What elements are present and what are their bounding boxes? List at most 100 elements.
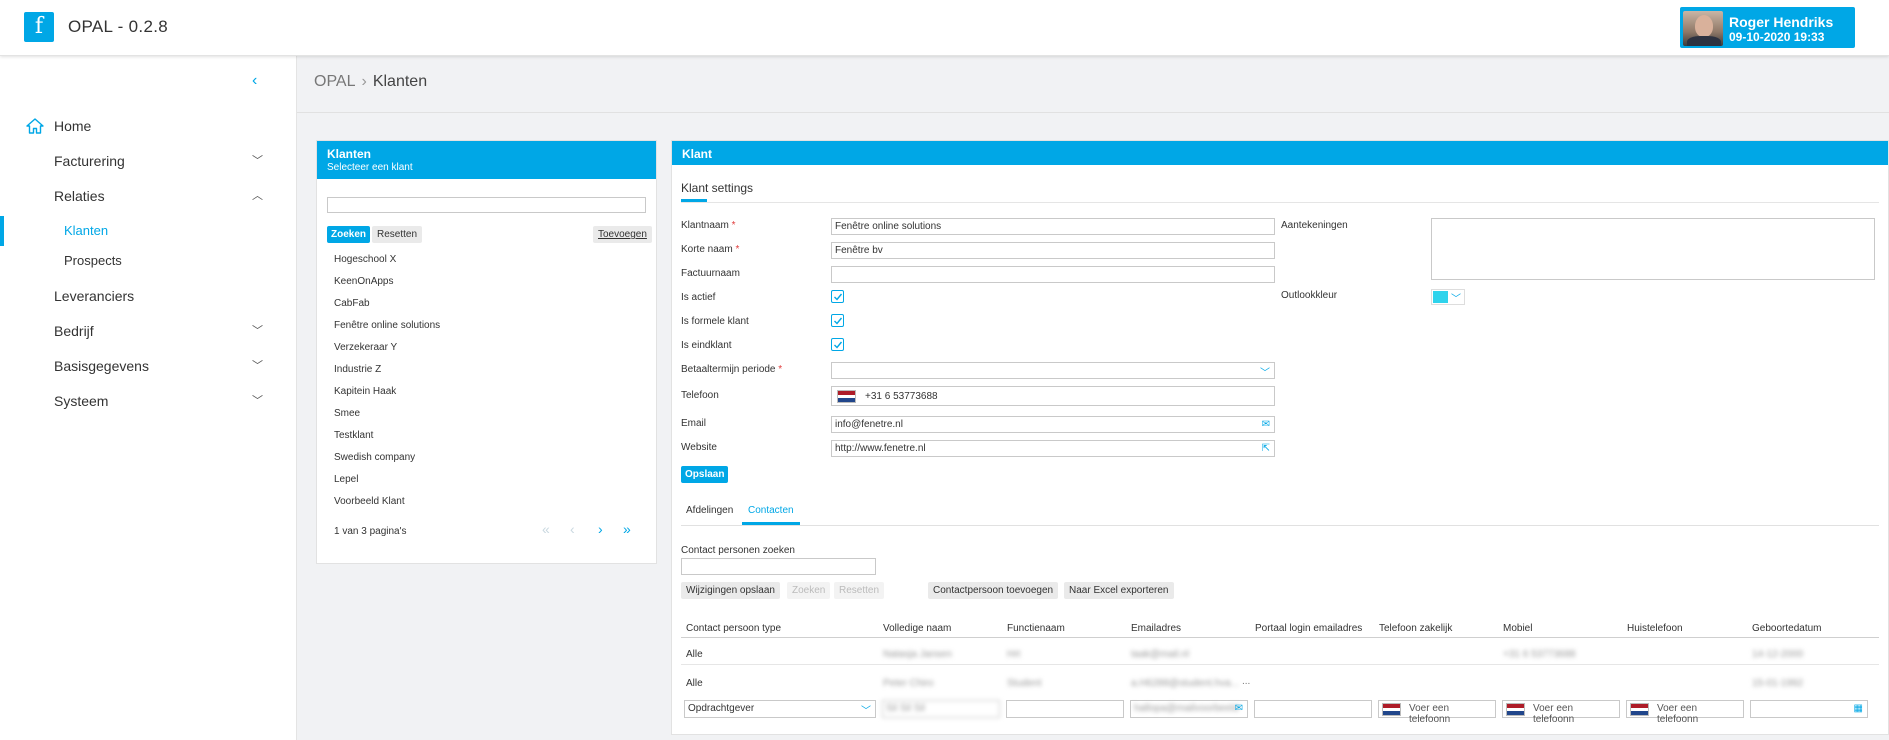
list-item[interactable]: Verzekeraar Y [334, 342, 397, 353]
label-aantekeningen: Aantekeningen [1281, 220, 1348, 231]
sidebar-item-klanten[interactable]: Klanten [0, 216, 297, 246]
list-item[interactable]: Swedish company [334, 452, 415, 463]
column-header[interactable]: Contact persoon type [686, 623, 781, 634]
tab-afdelingen[interactable]: Afdelingen [686, 505, 733, 516]
betaaltermijn-select[interactable]: ﹀ [831, 362, 1275, 379]
email-input[interactable]: hallopa@mailvoorbeeld ✉ [1130, 700, 1248, 718]
list-item[interactable]: Testklant [334, 430, 373, 441]
contact-type-select[interactable]: Opdrachtgever ﹀ [684, 700, 876, 718]
klantnaam-field[interactable]: Fenêtre online solutions [831, 218, 1275, 235]
prev-page-icon[interactable]: ‹ [570, 521, 575, 537]
korte-naam-field[interactable]: Fenêtre bv [831, 242, 1275, 259]
sidebar-item-label: Bedrijf [54, 323, 94, 339]
chevron-left-icon[interactable]: ‹ [252, 72, 257, 90]
sidebar-item-basisgegevens[interactable]: Basisgegevens ﹀ [0, 351, 297, 381]
chevron-down-icon: ﹀ [1260, 368, 1270, 379]
reset-button[interactable]: Resetten [372, 226, 423, 243]
list-item[interactable]: Voorbeeld Klant [334, 496, 405, 507]
function-input[interactable] [1006, 700, 1124, 718]
user-datetime: 09-10-2020 19:33 [1729, 30, 1825, 44]
save-changes-button[interactable]: Wijzigingen opslaan [681, 582, 780, 599]
chevron-down-icon: ﹀ [252, 325, 263, 337]
contact-search-input[interactable] [681, 558, 876, 575]
export-excel-button[interactable]: Naar Excel exporteren [1064, 582, 1174, 599]
column-header[interactable]: Volledige naam [883, 623, 951, 634]
search-button[interactable]: Zoeken [327, 226, 371, 243]
is-actief-checkbox[interactable] [831, 290, 844, 303]
klant-panel-header: Klant [672, 141, 1888, 165]
contact-reset-button[interactable]: Resetten [834, 582, 885, 599]
sidebar-item-label: Facturering [54, 153, 125, 169]
birthdate-input[interactable]: ▦ [1750, 700, 1868, 718]
column-header[interactable]: Emailadres [1131, 623, 1181, 634]
email-field[interactable]: info@fenetre.nl ✉ [831, 416, 1275, 433]
contact-search-button[interactable]: Zoeken [787, 582, 831, 599]
label-korte-naam: Korte naam * [681, 244, 740, 255]
nl-flag-icon[interactable] [837, 390, 856, 403]
is-formele-klant-checkbox[interactable] [831, 314, 844, 327]
outlookkleur-picker[interactable]: ﹀ [1431, 289, 1465, 305]
full-name-input[interactable]: Sil Sil Sil [882, 700, 1000, 718]
klant-search-input[interactable] [327, 197, 646, 213]
breadcrumb-root[interactable]: OPAL [314, 73, 356, 90]
add-contact-button[interactable]: Contactpersoon toevoegen [928, 582, 1059, 599]
phone-mobile-input[interactable]: Voer een telefoonn [1502, 700, 1620, 725]
table-cell: Student [1007, 678, 1042, 689]
breadcrumb-current: Klanten [372, 73, 428, 90]
nl-flag-icon[interactable] [1382, 703, 1401, 716]
sidebar-item-bedrijf[interactable]: Bedrijf ﹀ [0, 316, 297, 346]
sidebar-item-prospects[interactable]: Prospects [0, 246, 297, 276]
list-item[interactable]: Fenêtre online solutions [334, 320, 440, 331]
check-icon [834, 293, 843, 301]
sidebar-item-systeem[interactable]: Systeem ﹀ [0, 386, 297, 416]
list-item[interactable]: CabFab [334, 298, 370, 309]
add-klant-button[interactable]: Toevoegen [593, 226, 652, 243]
table-cell: Natasja Jansen [883, 649, 952, 660]
envelope-icon: ✉ [1234, 703, 1243, 714]
aantekeningen-textarea[interactable] [1431, 218, 1875, 280]
next-page-icon[interactable]: › [598, 521, 603, 537]
list-item[interactable]: Hogeschool X [334, 254, 396, 265]
phone-business-input[interactable]: Voer een telefoonn [1378, 700, 1496, 725]
nl-flag-icon[interactable] [1506, 703, 1525, 716]
sidebar-item-facturering[interactable]: Facturering ﹀ [0, 146, 297, 176]
column-header[interactable]: Functienaam [1007, 623, 1065, 634]
phone-home-input[interactable]: Voer een telefoonn [1626, 700, 1744, 725]
list-item[interactable]: KeenOnApps [334, 276, 394, 287]
sidebar-item-relaties[interactable]: Relaties ︿ [0, 181, 297, 211]
save-button[interactable]: Opslaan [681, 466, 729, 483]
factuurnaam-field[interactable] [831, 266, 1275, 283]
is-eindklant-checkbox[interactable] [831, 338, 844, 351]
panel-title: Klant [682, 147, 712, 161]
divider [681, 202, 1879, 203]
list-item[interactable]: Industrie Z [334, 364, 381, 375]
tab-contacten[interactable]: Contacten [748, 505, 794, 516]
website-field[interactable]: http://www.fenetre.nl ⇱ [831, 440, 1275, 457]
label-betaaltermijn: Betaaltermijn periode * [681, 364, 783, 375]
nl-flag-icon[interactable] [1630, 703, 1649, 716]
app-logo-icon[interactable]: f [24, 12, 54, 42]
sidebar: ‹ Home Facturering ﹀ Relaties ︿ Klanten … [0, 56, 297, 740]
label-telefoon: Telefoon [681, 390, 719, 401]
first-page-icon[interactable]: « [542, 521, 550, 537]
sidebar-item-leveranciers[interactable]: Leveranciers [0, 281, 297, 311]
app-title: OPAL - 0.2.8 [68, 17, 168, 36]
last-page-icon[interactable]: » [623, 521, 631, 537]
table-cell: Peter Chiro [883, 678, 934, 689]
table-cell: a.H6288@student.hva... [1131, 678, 1239, 689]
list-item[interactable]: Smee [334, 408, 360, 419]
user-menu[interactable]: Roger Hendriks 09-10-2020 19:33 [1680, 7, 1855, 48]
sidebar-item-label: Relaties [54, 188, 105, 204]
divider [681, 664, 1879, 665]
column-header[interactable]: Portaal login emailadres [1255, 623, 1362, 634]
list-item[interactable]: Lepel [334, 474, 358, 485]
column-header[interactable]: Geboortedatum [1752, 623, 1822, 634]
column-header[interactable]: Huistelefoon [1627, 623, 1683, 634]
column-header[interactable]: Telefoon zakelijk [1379, 623, 1452, 634]
sidebar-item-home[interactable]: Home [0, 111, 297, 141]
portal-email-input[interactable] [1254, 700, 1372, 718]
label-klantnaam: Klantnaam * [681, 220, 736, 231]
telefoon-field[interactable]: +31 6 53773688 [831, 386, 1275, 406]
list-item[interactable]: Kapitein Haak [334, 386, 396, 397]
column-header[interactable]: Mobiel [1503, 623, 1532, 634]
